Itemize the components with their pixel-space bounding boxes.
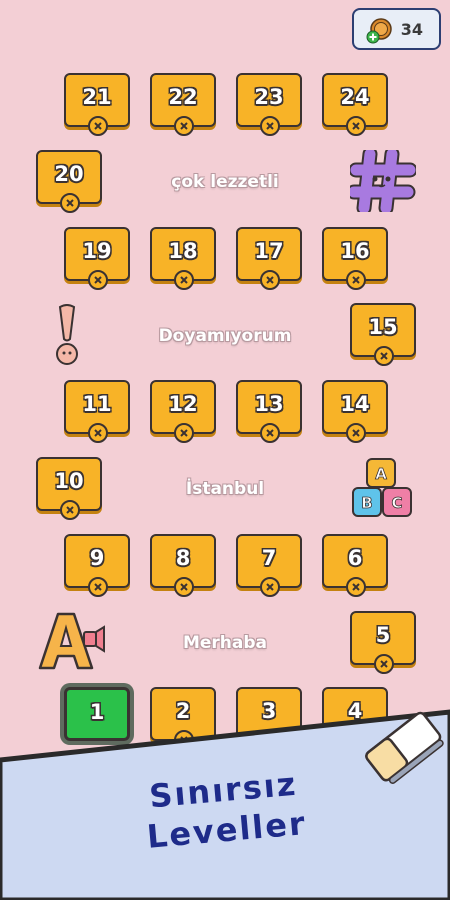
section-label-istanbul: İstanbul [185, 479, 265, 499]
level-7-button[interactable]: 7 [236, 534, 302, 597]
level-number: 7 [261, 546, 277, 570]
lock-x-icon [174, 116, 194, 136]
level-8-button[interactable]: 8 [150, 534, 216, 597]
section-label-merhaba: Merhaba [182, 633, 268, 653]
lock-x-icon [260, 423, 280, 443]
lock-x-icon [174, 730, 194, 750]
level-number: 19 [82, 239, 112, 263]
level-9-button[interactable]: 9 [64, 534, 130, 597]
svg-text:B: B [361, 494, 372, 512]
level-23-button[interactable]: 23 [236, 73, 302, 136]
level-number: 8 [175, 546, 191, 570]
lock-x-icon [346, 270, 366, 290]
lock-x-icon [88, 270, 108, 290]
level-number: 13 [254, 392, 284, 416]
section-label-doyamiyorum: Doyamıyorum [158, 326, 292, 346]
level-number: 15 [368, 315, 398, 339]
level-11-button[interactable]: 11 [64, 380, 130, 443]
level-number: 23 [254, 85, 284, 109]
lock-x-icon [88, 116, 108, 136]
level-18-button[interactable]: 18 [150, 227, 216, 290]
coin-counter[interactable]: 34 [352, 8, 441, 50]
level-15-button[interactable]: 15 [350, 303, 416, 366]
lock-x-icon [260, 730, 280, 750]
lock-x-icon [346, 577, 366, 597]
level-5-button[interactable]: 5 [350, 611, 416, 674]
lock-x-icon [374, 346, 394, 366]
level-number: 17 [254, 239, 284, 263]
lock-x-icon [374, 654, 394, 674]
level-number: 21 [82, 85, 112, 109]
level-number: 3 [261, 699, 277, 723]
exclamation-mascot-icon [56, 304, 78, 365]
lock-x-icon [260, 270, 280, 290]
level-number: 10 [54, 469, 84, 493]
level-21-button[interactable]: 21 [64, 73, 130, 136]
level-19-button[interactable]: 19 [64, 227, 130, 290]
level-22-button[interactable]: 22 [150, 73, 216, 136]
level-number: 11 [82, 392, 112, 416]
level-number: 1 [89, 700, 105, 724]
abc-blocks-icon: A B C [352, 458, 412, 517]
level-24-button[interactable]: 24 [322, 73, 388, 136]
lock-x-icon [260, 116, 280, 136]
svg-text:C: C [391, 494, 402, 512]
level-number: 5 [375, 623, 391, 647]
level-number: 22 [168, 85, 198, 109]
lock-x-icon [174, 423, 194, 443]
level-6-button[interactable]: 6 [322, 534, 388, 597]
svg-text:A: A [375, 465, 387, 483]
level-number: 9 [89, 546, 105, 570]
level-16-button[interactable]: 16 [322, 227, 388, 290]
coin-count: 34 [400, 19, 423, 39]
level-number: 24 [340, 85, 370, 109]
level-14-button[interactable]: 14 [322, 380, 388, 443]
lock-x-icon [174, 270, 194, 290]
level-13-button[interactable]: 13 [236, 380, 302, 443]
level-number: 20 [54, 162, 84, 186]
section-label-cok-lezzetli: çok lezzetli [171, 172, 279, 192]
level-number: 16 [340, 239, 370, 263]
level-number: 2 [175, 699, 191, 723]
lock-x-icon [88, 577, 108, 597]
lock-x-icon [60, 500, 80, 520]
letter-a-megaphone-icon [38, 612, 105, 670]
lock-x-icon [346, 116, 366, 136]
lock-x-icon [174, 577, 194, 597]
eraser-icon [365, 711, 444, 784]
level-number: 6 [347, 546, 363, 570]
purple-hashtag-mascot-icon [350, 150, 416, 212]
lock-x-icon [88, 423, 108, 443]
level-20-button[interactable]: 20 [36, 150, 102, 213]
coin-plus-icon [366, 18, 392, 44]
lock-x-icon [60, 193, 80, 213]
lock-x-icon [346, 423, 366, 443]
level-1-button[interactable]: 1 [64, 687, 130, 741]
level-number: 14 [340, 392, 370, 416]
level-3-button[interactable]: 3 [236, 687, 302, 750]
lock-x-icon [260, 577, 280, 597]
level-10-button[interactable]: 10 [36, 457, 102, 520]
level-number: 18 [168, 239, 198, 263]
level-12-button[interactable]: 12 [150, 380, 216, 443]
level-number: 12 [168, 392, 198, 416]
level-2-button[interactable]: 2 [150, 687, 216, 750]
level-17-button[interactable]: 17 [236, 227, 302, 290]
